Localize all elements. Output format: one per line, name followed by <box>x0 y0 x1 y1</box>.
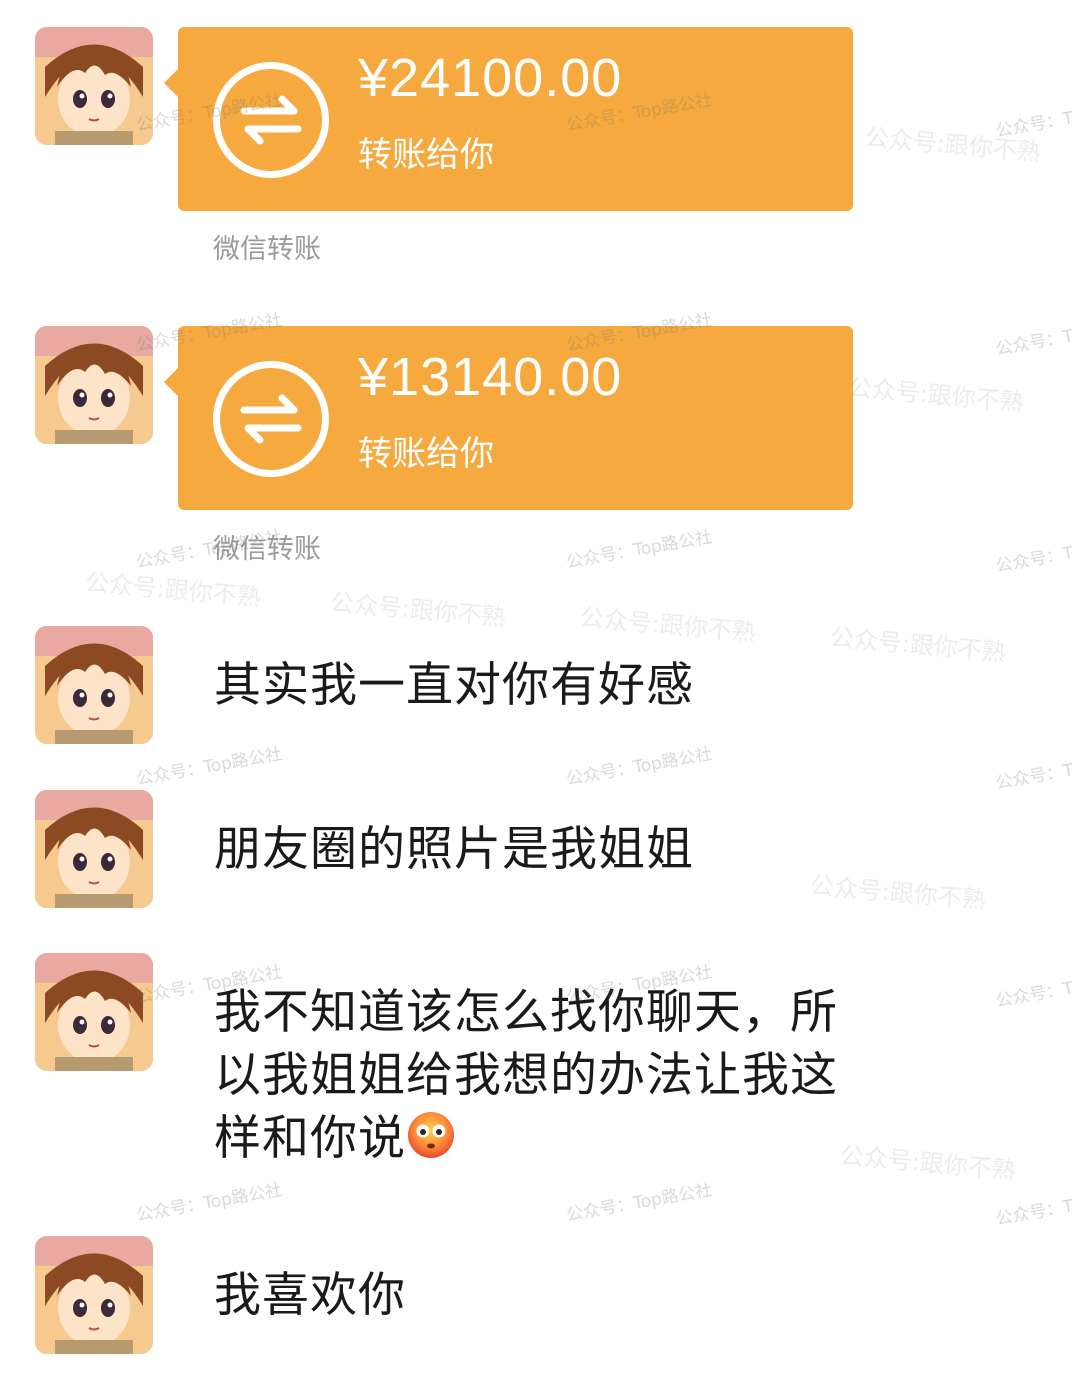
transfer-description: 转账给你 <box>358 434 494 474</box>
avatar[interactable] <box>35 790 153 908</box>
watermark: 公众号：T <box>994 1196 1075 1230</box>
watermark: 公众号：Top路公社 <box>134 744 284 790</box>
avatar[interactable] <box>35 326 153 444</box>
watermark: 公众号：Top路公社 <box>564 744 714 790</box>
message-line: 我不知道该怎么找你聊天，所 <box>214 985 838 1040</box>
watermark: 公众号:跟你不熟 <box>578 603 757 647</box>
watermark: 公众号:跟你不熟 <box>328 588 507 632</box>
message-line-text: 样和你说 <box>214 1111 406 1166</box>
watermark: 公众号:跟你不熟 <box>846 373 1025 417</box>
message-text[interactable]: 我喜欢你 <box>214 1264 864 1327</box>
transfer-icon <box>213 361 329 477</box>
transfer-amount: ¥24100.00 <box>358 48 623 108</box>
watermark: 公众号：T <box>994 978 1075 1012</box>
watermark: 公众号:跟你不熟 <box>83 568 262 612</box>
transfer-card[interactable]: ¥24100.00 转账给你 <box>164 27 853 211</box>
watermark: 公众号：T <box>994 108 1075 142</box>
message-text-multiline[interactable]: 我不知道该怎么找你聊天，所 以我姐姐给我想的办法让我这 样和你说 <box>214 981 864 1170</box>
transfer-icon <box>213 62 329 178</box>
watermark: 公众号：T <box>994 326 1075 360</box>
message-text[interactable]: 朋友圈的照片是我姐姐 <box>214 818 864 881</box>
avatar[interactable] <box>35 27 153 145</box>
transfer-label: 微信转账 <box>213 234 321 265</box>
transfer-card[interactable]: ¥13140.00 转账给你 <box>164 326 853 510</box>
watermark: 公众号：Top路公社 <box>134 1180 284 1226</box>
message-text[interactable]: 其实我一直对你有好感 <box>214 654 864 717</box>
message-line: 以我姐姐给我想的办法让我这 <box>214 1048 838 1103</box>
transfer-label: 微信转账 <box>213 534 321 565</box>
flushed-face-icon <box>406 1110 456 1160</box>
avatar[interactable] <box>35 626 153 744</box>
watermark: 公众号：T <box>994 543 1075 577</box>
avatar[interactable] <box>35 1236 153 1354</box>
avatar[interactable] <box>35 953 153 1071</box>
watermark: 公众号：Top路公社 <box>564 527 714 573</box>
bubble-tail <box>164 69 178 97</box>
transfer-description: 转账给你 <box>358 135 494 175</box>
message-line: 样和你说 <box>214 1107 864 1170</box>
watermark: 公众号：Top路公社 <box>564 1180 714 1226</box>
watermark: 公众号:跟你不熟 <box>838 1141 1017 1185</box>
transfer-amount: ¥13140.00 <box>358 347 623 407</box>
bubble-tail <box>164 368 178 396</box>
watermark: 公众号：T <box>994 760 1075 794</box>
watermark: 公众号:跟你不熟 <box>863 123 1042 167</box>
